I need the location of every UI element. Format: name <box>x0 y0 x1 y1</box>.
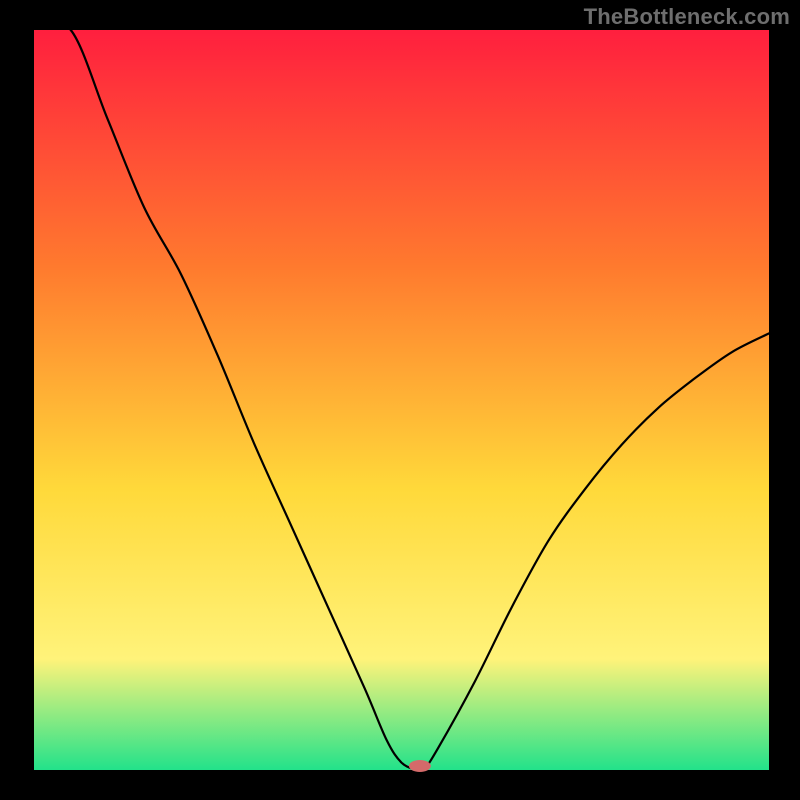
chart-frame: TheBottleneck.com <box>0 0 800 800</box>
chart-svg <box>0 0 800 800</box>
minimum-marker <box>409 760 431 772</box>
plot-background <box>34 30 769 770</box>
